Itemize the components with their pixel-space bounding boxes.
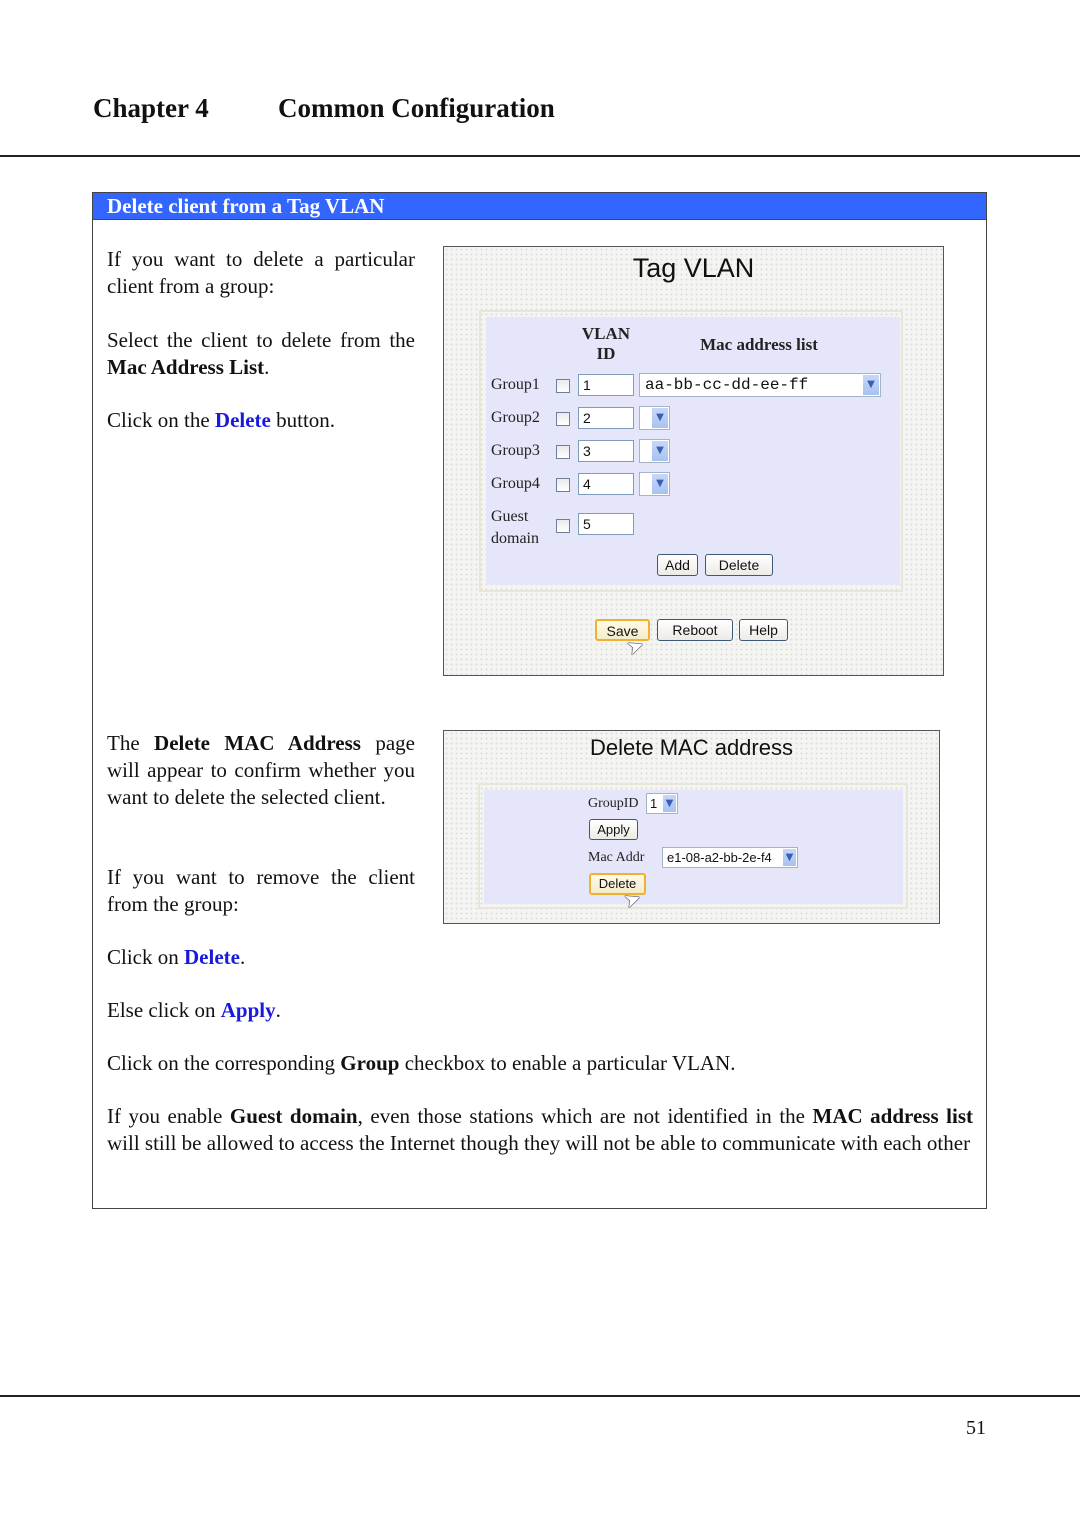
group3-vlan-id-input[interactable]: 3 xyxy=(578,440,634,462)
guest-vlan-id-input[interactable]: 5 xyxy=(578,513,634,535)
chevron-down-icon: ▼ xyxy=(652,474,668,494)
confirm-paragraph-4: Else click on Apply. xyxy=(107,997,415,1024)
group-term: Group xyxy=(340,1051,400,1075)
group-id-label: GroupID xyxy=(588,796,639,811)
text: checkbox to enable a particular VLAN. xyxy=(399,1051,736,1075)
intro-paragraph-3: Click on the Delete button. xyxy=(107,407,415,434)
chevron-down-icon: ▼ xyxy=(783,849,796,866)
text: . xyxy=(275,998,281,1022)
group1-checkbox[interactable] xyxy=(556,379,570,393)
text: Else click on xyxy=(107,998,221,1022)
group2-mac-select[interactable]: ▼ xyxy=(639,406,670,430)
panel-title: Delete client from a Tag VLAN xyxy=(93,193,986,220)
delete-mac-screenshot: Delete MAC address GroupID 1 ▼ Apply Mac … xyxy=(443,730,940,924)
text: Select the client to delete from the xyxy=(107,328,415,352)
group3-checkbox[interactable] xyxy=(556,445,570,459)
chapter-heading: Chapter 4 Common Configuration xyxy=(93,93,555,124)
help-button[interactable]: Help xyxy=(739,619,788,641)
delete-mac-title: Delete MAC address xyxy=(590,735,793,760)
text: Click on the xyxy=(107,408,215,432)
mac-list-header: Mac address list xyxy=(700,335,818,354)
group1-label: Group1 xyxy=(491,376,540,393)
guest-domain-term: Guest domain xyxy=(229,1104,358,1128)
group3-label: Group3 xyxy=(491,442,540,459)
group3-mac-select[interactable]: ▼ xyxy=(639,439,670,463)
selected-mac: e1-08-a2-bb-2e-f4 xyxy=(667,850,772,865)
add-button[interactable]: Add xyxy=(657,554,698,576)
group-id-select[interactable]: 1 ▼ xyxy=(646,793,678,814)
text: domain xyxy=(491,530,539,547)
chevron-down-icon: ▼ xyxy=(663,795,676,812)
mac-address-list-term: Mac Address List xyxy=(107,355,265,379)
page-number: 51 xyxy=(966,1417,986,1439)
vlan-id-header: VLAN ID xyxy=(581,324,631,363)
chevron-down-icon: ▼ xyxy=(863,375,879,395)
confirm-paragraph-2: If you want to remove the client from th… xyxy=(107,865,415,916)
confirm-paragraph-1: The Delete MAC Address page will appear … xyxy=(107,730,415,811)
group4-vlan-id-input[interactable]: 4 xyxy=(578,473,634,495)
guest-domain-note: If you enable Guest domain, even those s… xyxy=(107,1103,973,1157)
group2-vlan-id-input[interactable]: 2 xyxy=(578,407,634,429)
text: Click on the corresponding xyxy=(107,1051,341,1075)
text: . xyxy=(239,945,246,969)
guest-domain-checkbox[interactable] xyxy=(556,519,570,533)
intro-paragraph-2: Select the client to delete from the Mac… xyxy=(107,327,415,381)
chapter-title: Common Configuration xyxy=(278,93,555,123)
apply-keyword: Apply xyxy=(220,998,276,1022)
group4-label: Group4 xyxy=(491,475,540,492)
text: Click on xyxy=(107,945,184,969)
chapter-label: Chapter 4 xyxy=(93,93,209,123)
group-checkbox-note: Click on the corresponding Group checkbo… xyxy=(107,1050,973,1077)
delete-keyword: Delete xyxy=(184,945,240,969)
group4-mac-select[interactable]: ▼ xyxy=(639,472,670,496)
selected-mac: aa-bb-cc-dd-ee-ff xyxy=(645,376,809,394)
chevron-down-icon: ▼ xyxy=(652,408,668,428)
group4-checkbox[interactable] xyxy=(556,478,570,492)
mac-address-list-term: MAC address list xyxy=(812,1104,974,1128)
text: . xyxy=(264,355,270,379)
group1-mac-select[interactable]: aa-bb-cc-dd-ee-ff ▼ xyxy=(639,373,881,397)
chevron-down-icon: ▼ xyxy=(652,441,668,461)
tag-vlan-form xyxy=(486,317,900,585)
text: button. xyxy=(270,408,336,432)
mac-addr-select[interactable]: e1-08-a2-bb-2e-f4 ▼ xyxy=(662,847,798,868)
apply-button[interactable]: Apply xyxy=(589,819,638,840)
text: The xyxy=(107,731,155,755)
guest-domain-label: Guest domain xyxy=(491,506,539,550)
reboot-button[interactable]: Reboot xyxy=(657,619,733,641)
intro-paragraph-1: If you want to delete a particular clien… xyxy=(107,247,415,298)
text: Guest xyxy=(491,508,529,525)
tag-vlan-title: Tag VLAN xyxy=(632,253,755,283)
group2-checkbox[interactable] xyxy=(556,412,570,426)
group2-label: Group2 xyxy=(491,409,540,426)
tag-vlan-screenshot: Tag VLAN VLAN ID Mac address list Group1… xyxy=(443,246,944,676)
text: If you enable xyxy=(107,1104,230,1128)
text: , even those stations which are not iden… xyxy=(357,1104,813,1128)
mac-addr-label: Mac Addr xyxy=(588,850,645,865)
top-divider xyxy=(0,155,1080,157)
delete-keyword: Delete xyxy=(214,408,271,432)
text: will still be allowed to access the Inte… xyxy=(107,1131,971,1155)
delete-button[interactable]: Delete xyxy=(705,554,773,576)
delete-mac-address-term: Delete MAC Address xyxy=(154,731,361,755)
bottom-divider xyxy=(0,1395,1080,1397)
group1-vlan-id-input[interactable]: 1 xyxy=(578,374,634,396)
confirm-paragraph-3: Click on Delete. xyxy=(107,944,415,971)
selected-group-id: 1 xyxy=(650,796,658,811)
